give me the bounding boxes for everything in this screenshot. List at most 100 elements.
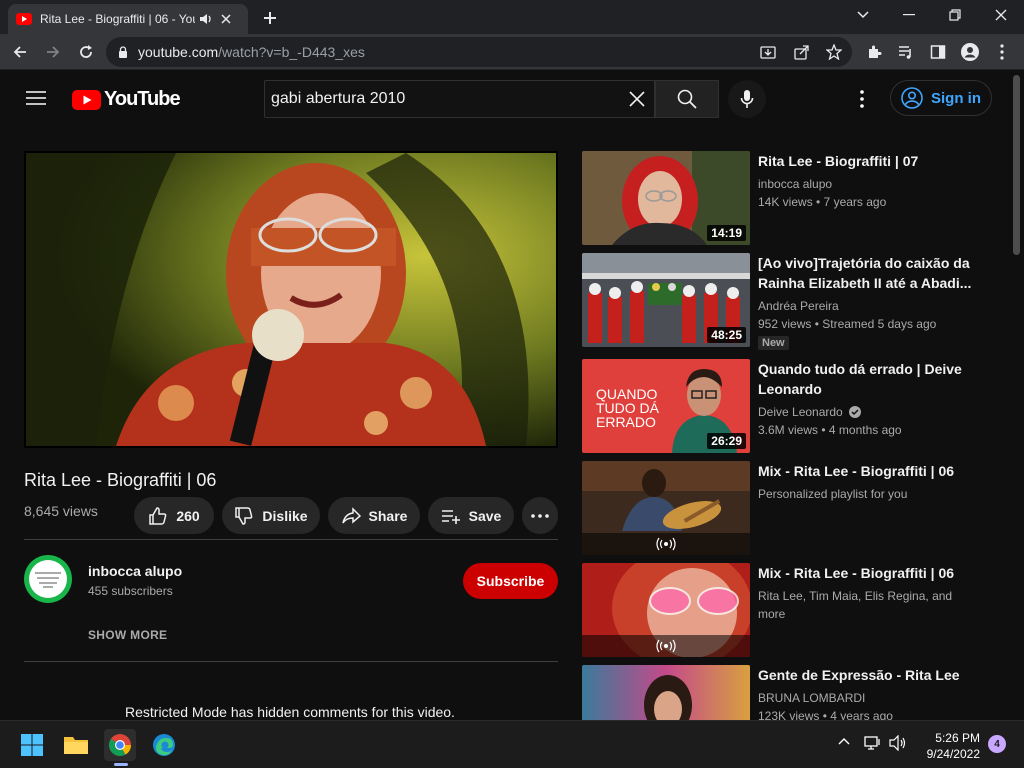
back-button[interactable] bbox=[8, 40, 32, 64]
puzzle-icon bbox=[869, 45, 882, 58]
clear-search-icon[interactable] bbox=[629, 91, 645, 107]
recommendation-item[interactable]: 14:19 Rita Lee - Biograffiti | 07 inbocc… bbox=[582, 151, 982, 246]
browser-tab[interactable]: Rita Lee - Biograffiti | 06 - YouTube bbox=[8, 4, 248, 34]
restricted-mode-message: Restricted Mode has hidden comments for … bbox=[125, 704, 455, 720]
video-thumbnail[interactable]: QUANDO TUDO DÁ ERRADO 26:29 bbox=[582, 359, 750, 453]
minimize-button[interactable] bbox=[886, 0, 932, 30]
verified-badge-icon bbox=[848, 406, 861, 418]
network-status-button[interactable] bbox=[864, 735, 882, 751]
video-info: Rita Lee - Biograffiti | 07 inbocca alup… bbox=[758, 151, 973, 211]
profile-button[interactable] bbox=[958, 40, 982, 64]
search-icon bbox=[677, 89, 697, 109]
voice-search-button[interactable] bbox=[728, 80, 766, 118]
start-button[interactable] bbox=[16, 729, 48, 761]
chrome-menu-button[interactable] bbox=[990, 40, 1014, 64]
recommendation-item[interactable]: 48:25 [Ao vivo]Trajetória do caixão da R… bbox=[582, 253, 982, 350]
recommendation-item[interactable]: Mix - Rita Lee - Biograffiti | 06 Person… bbox=[582, 461, 982, 556]
recommendation-item[interactable]: Mix - Rita Lee - Biograffiti | 06 Rita L… bbox=[582, 563, 982, 658]
guide-menu-button[interactable] bbox=[26, 90, 46, 106]
media-control-button[interactable] bbox=[894, 40, 918, 64]
new-tab-button[interactable] bbox=[258, 6, 282, 30]
video-metadata: 3.6M views • 4 months ago bbox=[758, 423, 902, 437]
video-title[interactable]: Rita Lee - Biograffiti | 07 bbox=[758, 151, 973, 171]
video-thumbnail[interactable]: 48:25 bbox=[582, 253, 750, 347]
video-metadata: 952 views • Streamed 5 days ago bbox=[758, 317, 937, 331]
profile-icon bbox=[961, 43, 979, 61]
account-circle-icon bbox=[901, 87, 923, 109]
share-page-button[interactable] bbox=[790, 40, 814, 64]
video-player[interactable] bbox=[24, 151, 558, 448]
star-icon bbox=[826, 44, 842, 60]
forward-button[interactable] bbox=[41, 40, 65, 64]
channel-name[interactable]: inbocca alupo bbox=[758, 175, 973, 193]
side-panel-button[interactable] bbox=[926, 40, 950, 64]
video-info: Mix - Rita Lee - Biograffiti | 06 Person… bbox=[758, 461, 973, 503]
new-badge: New bbox=[758, 336, 789, 350]
video-title[interactable]: Mix - Rita Lee - Biograffiti | 06 bbox=[758, 461, 973, 481]
audio-playing-icon[interactable] bbox=[199, 12, 213, 26]
show-hidden-icons-button[interactable] bbox=[838, 737, 850, 745]
video-title[interactable]: Gente de Expressão - Rita Lee bbox=[758, 665, 973, 685]
page-scrollbar[interactable] bbox=[1013, 75, 1020, 255]
channel-avatar[interactable] bbox=[24, 555, 72, 603]
restore-button[interactable] bbox=[932, 0, 978, 30]
dislike-button[interactable]: Dislike bbox=[222, 497, 320, 534]
tab-close-icon[interactable] bbox=[219, 12, 233, 26]
video-duration: 26:29 bbox=[707, 433, 746, 449]
video-thumbnail[interactable] bbox=[582, 461, 750, 555]
video-thumbnail[interactable]: 14:19 bbox=[582, 151, 750, 245]
recommendation-item[interactable]: QUANDO TUDO DÁ ERRADO 26:29 Quando tudo … bbox=[582, 359, 982, 454]
search-input[interactable] bbox=[271, 90, 621, 108]
sign-in-label: Sign in bbox=[931, 89, 981, 107]
install-app-button[interactable] bbox=[756, 40, 780, 64]
video-title[interactable]: [Ao vivo]Trajetória do caixão da Rainha … bbox=[758, 253, 973, 293]
save-label: Save bbox=[468, 507, 502, 524]
browser-tab-bar: Rita Lee - Biograffiti | 06 - YouTube bbox=[0, 0, 1024, 34]
share-icon bbox=[794, 45, 809, 60]
divider bbox=[24, 539, 558, 540]
thumbs-up-icon bbox=[149, 506, 167, 525]
video-title[interactable]: Mix - Rita Lee - Biograffiti | 06 bbox=[758, 563, 973, 583]
lock-icon bbox=[119, 46, 127, 58]
bookmark-button[interactable] bbox=[822, 40, 846, 64]
extensions-button[interactable] bbox=[862, 40, 886, 64]
channel-name[interactable]: BRUNA LOMBARDI bbox=[758, 689, 973, 707]
video-duration: 14:19 bbox=[707, 225, 746, 241]
tab-title: Rita Lee - Biograffiti | 06 - YouTube bbox=[40, 12, 195, 26]
tab-search-button[interactable] bbox=[840, 0, 886, 30]
video-thumbnail[interactable] bbox=[582, 665, 750, 720]
file-explorer-button[interactable] bbox=[60, 729, 92, 761]
subscribe-button[interactable]: Subscribe bbox=[463, 563, 558, 599]
reload-button[interactable] bbox=[74, 40, 98, 64]
video-title[interactable]: Quando tudo dá errado | Deive Leonardo bbox=[758, 359, 973, 399]
edge-taskbar-button[interactable] bbox=[148, 729, 180, 761]
show-more-button[interactable]: SHOW MORE bbox=[88, 628, 167, 642]
media-queue-icon bbox=[899, 46, 911, 59]
video-title: Rita Lee - Biograffiti | 06 bbox=[24, 470, 217, 490]
recommendation-item[interactable]: Gente de Expressão - Rita Lee BRUNA LOMB… bbox=[582, 665, 982, 720]
volume-button[interactable] bbox=[889, 735, 907, 751]
search-button[interactable] bbox=[655, 80, 719, 118]
side-panel-icon bbox=[930, 45, 946, 59]
system-clock[interactable]: 5:26 PM 9/24/2022 bbox=[918, 730, 980, 762]
chrome-taskbar-button[interactable] bbox=[104, 729, 136, 761]
youtube-header: YouTube Sign in bbox=[0, 70, 1024, 128]
channel-name[interactable]: inbocca alupo bbox=[88, 563, 182, 579]
save-button[interactable]: Save bbox=[428, 497, 514, 534]
youtube-logo[interactable]: YouTube bbox=[72, 88, 181, 111]
video-thumbnail[interactable] bbox=[582, 563, 750, 657]
channel-name[interactable]: Deive Leonardo bbox=[758, 403, 843, 421]
sign-in-button[interactable]: Sign in bbox=[890, 80, 992, 116]
notification-count-badge[interactable]: 4 bbox=[988, 735, 1006, 753]
address-bar[interactable]: youtube.com/watch?v=b_-D443_xes bbox=[106, 37, 852, 67]
more-actions-button[interactable] bbox=[522, 497, 558, 534]
thumbs-down-icon bbox=[235, 506, 253, 525]
broadcast-icon bbox=[656, 639, 676, 653]
view-count: 8,645 views bbox=[24, 503, 98, 519]
close-window-button[interactable] bbox=[978, 0, 1024, 30]
divider bbox=[24, 661, 558, 662]
channel-name[interactable]: Andréa Pereira bbox=[758, 297, 973, 315]
settings-menu-button[interactable] bbox=[852, 90, 872, 108]
share-button[interactable]: Share bbox=[328, 497, 420, 534]
like-button[interactable]: 260 bbox=[134, 497, 214, 534]
